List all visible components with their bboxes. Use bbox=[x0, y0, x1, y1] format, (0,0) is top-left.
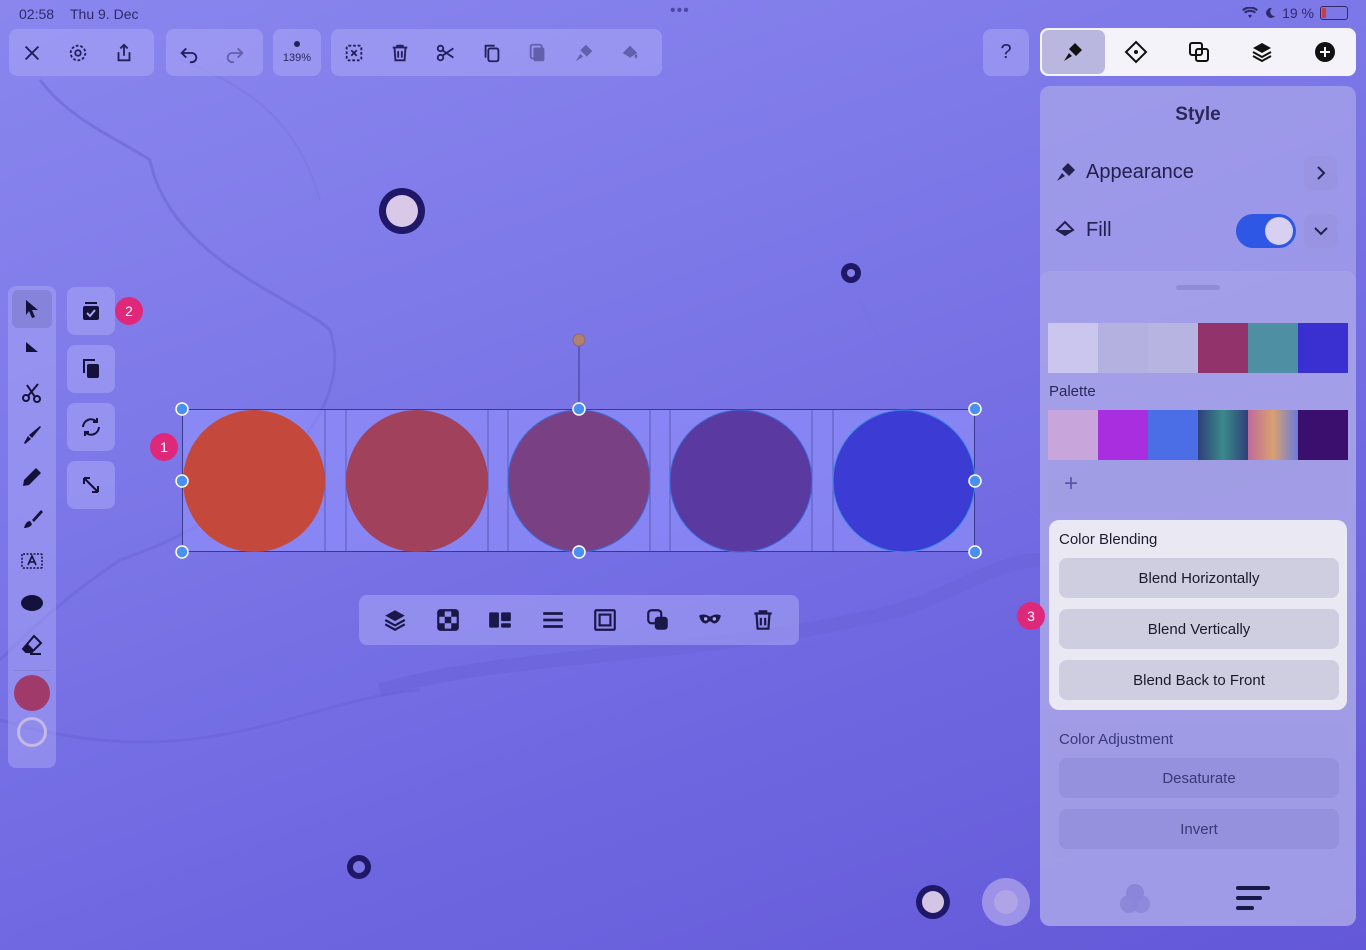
delete-selection-button[interactable] bbox=[750, 607, 776, 633]
opacity-button[interactable] bbox=[435, 607, 461, 633]
align-button[interactable] bbox=[487, 607, 513, 633]
resize-handle-br[interactable] bbox=[968, 545, 982, 559]
align-icon bbox=[489, 612, 512, 628]
layers-icon bbox=[384, 610, 406, 631]
crop-button[interactable] bbox=[592, 607, 618, 633]
rotation-handle[interactable] bbox=[572, 333, 586, 347]
trash-icon bbox=[754, 610, 772, 630]
circle-shape-2[interactable] bbox=[346, 410, 488, 552]
selection-overlay bbox=[175, 333, 982, 559]
boolean-button[interactable] bbox=[645, 607, 671, 633]
resize-handle-bm[interactable] bbox=[572, 545, 586, 559]
resize-handle-ml[interactable] bbox=[175, 474, 189, 488]
circle-shape-1[interactable] bbox=[183, 410, 325, 552]
crop-icon bbox=[594, 609, 617, 631]
circle-shape-4[interactable] bbox=[669, 409, 813, 553]
circle-shape-5[interactable] bbox=[832, 409, 976, 553]
resize-handle-tr[interactable] bbox=[968, 402, 982, 416]
selection-context-toolbar bbox=[359, 595, 799, 645]
distribute-button[interactable] bbox=[540, 607, 566, 633]
resize-handle-mr[interactable] bbox=[968, 474, 982, 488]
mask-button[interactable] bbox=[697, 607, 723, 633]
resize-handle-tl[interactable] bbox=[175, 402, 189, 416]
resize-handle-tm[interactable] bbox=[572, 402, 586, 416]
checkerboard-icon bbox=[436, 609, 459, 631]
distribute-icon bbox=[543, 612, 563, 628]
resize-handle-bl[interactable] bbox=[175, 545, 189, 559]
layers-button[interactable] bbox=[382, 607, 408, 633]
circle-shape-3[interactable] bbox=[507, 409, 651, 553]
mask-icon bbox=[699, 614, 722, 624]
boolean-icon bbox=[646, 609, 668, 630]
